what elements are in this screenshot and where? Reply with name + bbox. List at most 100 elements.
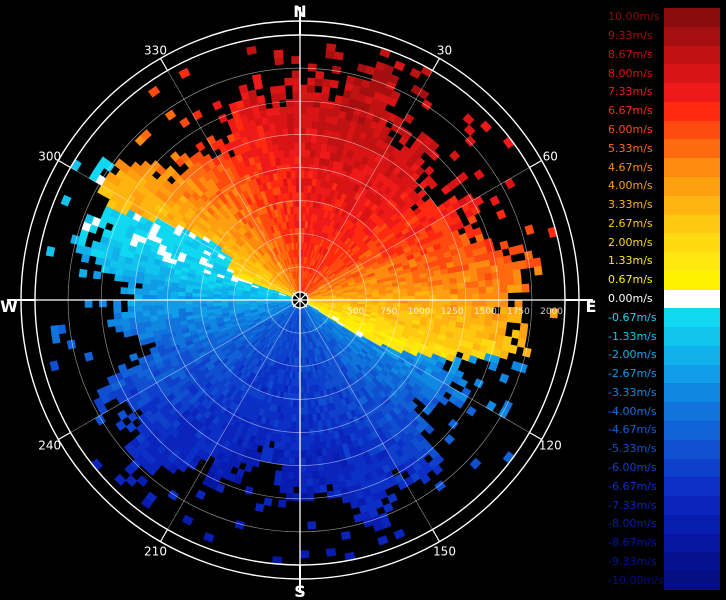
velocity-cell: [313, 99, 322, 108]
velocity-cell: [443, 299, 452, 306]
velocity-cell: [299, 457, 307, 466]
velocity-cell: [304, 148, 311, 158]
velocity-cell: [114, 473, 127, 486]
velocity-cell: [349, 499, 360, 509]
velocity-cell: [274, 121, 283, 130]
velocity-cell: [486, 292, 494, 301]
velocity-cell: [299, 156, 306, 164]
velocity-cell: [308, 421, 314, 430]
velocity-cell: [329, 79, 339, 89]
bearing-tick: [431, 529, 441, 542]
velocity-cell: [127, 411, 139, 423]
velocity-cell: [277, 85, 286, 94]
velocity-cell: [435, 289, 444, 296]
velocity-cell: [45, 246, 56, 257]
velocity-cell: [493, 292, 502, 301]
velocity-cell: [479, 120, 493, 133]
velocity-cell: [450, 288, 459, 296]
velocity-cell: [50, 325, 60, 336]
velocity-cell: [322, 78, 332, 88]
velocity-cell: [134, 288, 143, 295]
velocity-cell: [280, 120, 289, 130]
velocity-cell: [274, 56, 284, 66]
velocity-cell: [163, 299, 172, 306]
velocity-cell: [305, 113, 314, 122]
velocity-cell: [491, 271, 501, 281]
velocity-cell: [498, 320, 508, 330]
velocity-cell: [414, 291, 423, 297]
velocity-cell: [148, 289, 158, 296]
velocity-cell: [473, 168, 485, 181]
velocity-cell: [314, 78, 324, 87]
velocity-cell: [499, 373, 510, 384]
velocity-cell: [114, 318, 123, 327]
velocity-cell: [443, 294, 452, 301]
velocity-cell: [305, 478, 314, 487]
velocity-cell: [291, 177, 297, 186]
velocity-cell: [295, 170, 301, 179]
velocity-cell: [291, 77, 301, 86]
velocity-cell: [121, 317, 130, 326]
velocity-cell: [457, 299, 466, 307]
velocity-cell: [184, 303, 193, 309]
velocity-cell: [306, 99, 315, 108]
velocity-cell: [311, 120, 320, 130]
velocity-cell: [299, 450, 306, 459]
velocity-cell: [387, 492, 398, 504]
velocity-cell: [496, 209, 507, 220]
velocity-cell: [294, 450, 301, 459]
velocity-cell: [310, 456, 318, 466]
velocity-cell: [400, 292, 409, 297]
velocity-cell: [307, 77, 316, 86]
velocity-cell: [477, 273, 486, 282]
velocity-cell: [305, 457, 312, 466]
velocity-cell: [148, 294, 157, 301]
velocity-cell: [293, 127, 301, 136]
velocity-cell: [283, 149, 291, 158]
velocity-cell: [299, 106, 308, 114]
velocity-cell: [325, 547, 337, 557]
velocity-cell: [304, 156, 311, 165]
velocity-cell: [478, 286, 487, 295]
velocity-cell: [377, 535, 389, 546]
velocity-cell: [533, 265, 543, 276]
velocity-cell: [247, 89, 258, 99]
velocity-cell: [331, 65, 342, 75]
velocity-cell: [134, 305, 143, 312]
velocity-cell: [305, 120, 313, 129]
velocity-cell: [303, 407, 309, 416]
velocity-cell: [148, 304, 158, 311]
velocity-cell: [489, 195, 501, 207]
velocity-cell: [504, 262, 514, 272]
velocity-cell: [312, 106, 321, 115]
velocity-cell: [57, 324, 67, 335]
velocity-cell: [325, 43, 337, 53]
velocity-cell: [287, 471, 295, 480]
velocity-cell: [113, 305, 122, 314]
velocity-cell: [465, 405, 477, 417]
velocity-cell: [170, 303, 179, 310]
velocity-cell: [136, 475, 149, 488]
velocity-cell: [512, 268, 522, 278]
velocity-cell: [504, 177, 516, 190]
velocity-cell: [156, 299, 164, 306]
velocity-cell: [492, 278, 501, 287]
velocity-cell: [299, 478, 307, 487]
velocity-cell: [170, 295, 179, 301]
velocity-cell: [470, 274, 479, 283]
velocity-cell: [141, 294, 150, 301]
velocity-cell: [456, 276, 465, 284]
velocity-cell: [499, 349, 509, 360]
velocity-cell: [299, 120, 307, 129]
velocity-cell: [288, 134, 295, 143]
velocity-cell: [499, 277, 508, 287]
velocity-cell: [424, 165, 435, 176]
velocity-cell: [280, 478, 288, 487]
velocity-cell: [181, 514, 194, 526]
velocity-cell: [492, 285, 501, 294]
velocity-cell: [382, 502, 394, 513]
velocity-cell: [256, 94, 266, 104]
velocity-cell: [508, 344, 518, 355]
velocity-cell: [238, 84, 249, 94]
velocity-cell: [195, 141, 206, 152]
